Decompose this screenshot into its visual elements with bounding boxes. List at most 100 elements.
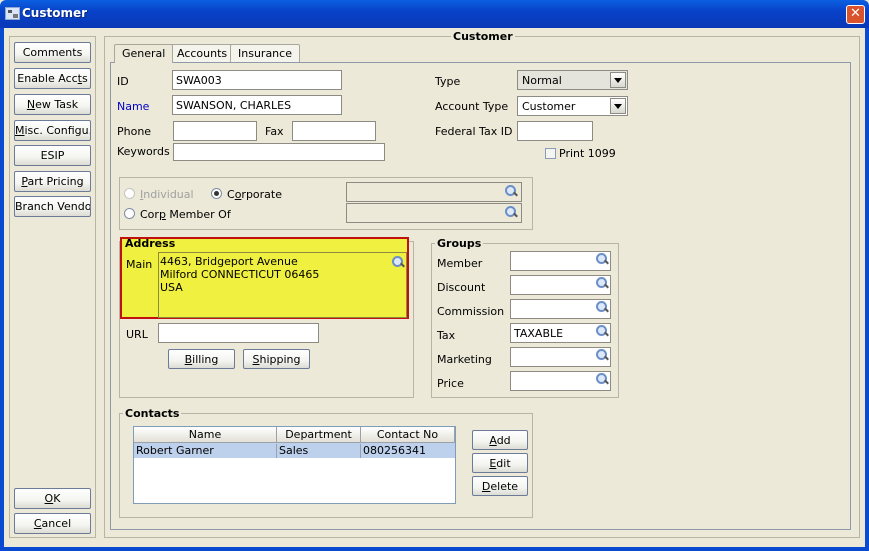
magnifier-icon[interactable]	[595, 252, 609, 266]
cell-contact-no: 080256341	[363, 444, 426, 457]
mnemonic: N	[26, 98, 36, 111]
esip-button[interactable]: ESIP	[14, 145, 91, 166]
enable-accts-button[interactable]: Enable Accts	[14, 68, 91, 89]
label-post: rporate	[241, 188, 283, 201]
esip-label: ESIP	[40, 149, 65, 162]
label-pre: Cor	[140, 208, 159, 221]
phone-field[interactable]	[173, 121, 257, 141]
column-header-name[interactable]: Name	[134, 427, 277, 443]
name-label: Name	[117, 100, 150, 113]
commission-label: Commission	[437, 305, 505, 318]
federal-tax-id-field[interactable]	[517, 121, 593, 141]
main-address-label: Main	[126, 258, 153, 271]
title-bar[interactable]	[0, 0, 869, 28]
cancel-button[interactable]: Cancel	[14, 513, 91, 534]
corp-member-of-radio[interactable]	[124, 208, 135, 219]
phone-label: Phone	[117, 125, 152, 138]
cell-department: Sales	[277, 444, 361, 458]
magnifier-icon[interactable]	[595, 348, 609, 362]
billing-button[interactable]: Billing	[168, 349, 235, 369]
keywords-field[interactable]	[173, 143, 385, 161]
entity-lookup-field-1	[346, 182, 522, 202]
groups-legend: Groups	[435, 237, 484, 250]
window-title: Customer	[22, 6, 88, 20]
entity-lookup-field-2	[346, 203, 522, 223]
label-post: dd	[496, 434, 511, 447]
add-contact-button[interactable]: Add	[472, 430, 528, 450]
magnifier-icon[interactable]	[504, 205, 518, 219]
contacts-table[interactable]: Name Department Contact No Robert Garner…	[133, 426, 456, 504]
id-field[interactable]: SWA003	[172, 70, 342, 90]
print-1099-label: Print 1099	[559, 147, 616, 160]
tab-insurance[interactable]: Insurance	[230, 44, 300, 62]
label-post: ew Task	[35, 98, 79, 111]
federal-tax-id-label: Federal Tax ID	[435, 125, 513, 138]
new-task-button[interactable]: New Task	[14, 94, 91, 115]
magnifier-icon[interactable]	[391, 255, 405, 269]
type-value: Normal	[522, 74, 562, 87]
tab-accounts[interactable]: Accounts	[169, 44, 236, 62]
name-field[interactable]: SWANSON, CHARLES	[172, 95, 342, 115]
magnifier-icon[interactable]	[595, 300, 609, 314]
magnifier-icon[interactable]	[595, 372, 609, 386]
print-1099-checkbox[interactable]	[545, 148, 556, 159]
price-label: Price	[437, 377, 464, 390]
label-post: dit	[496, 457, 511, 470]
contacts-legend: Contacts	[123, 407, 182, 420]
label-post: s	[82, 72, 88, 85]
table-row[interactable]: Robert Garner Sales 080256341	[134, 443, 455, 458]
edit-contact-button[interactable]: Edit	[472, 453, 528, 473]
address-line: Milford CONNECTICUT 06465	[160, 268, 320, 281]
url-label: URL	[126, 328, 148, 341]
marketing-label: Marketing	[437, 353, 492, 366]
fax-label: Fax	[265, 125, 284, 138]
magnifier-icon[interactable]	[504, 184, 518, 198]
magnifier-icon[interactable]	[595, 324, 609, 338]
corporate-label: Corporate	[227, 188, 282, 201]
discount-label: Discount	[437, 281, 486, 294]
part-pricing-button[interactable]: Part Pricing	[14, 171, 91, 192]
account-type-select[interactable]: Customer	[517, 96, 628, 116]
branch-vendor-button[interactable]: Branch Vendor	[14, 196, 91, 217]
individual-radio[interactable]	[124, 188, 135, 199]
ok-button[interactable]: OK	[14, 488, 91, 509]
dropdown-arrow-icon[interactable]	[610, 98, 626, 114]
individual-label: Individual	[140, 188, 194, 201]
mnemonic: O	[44, 492, 54, 505]
url-field[interactable]	[158, 323, 319, 343]
column-header-department[interactable]: Department	[277, 427, 361, 443]
label-post: hipping	[259, 353, 301, 366]
app-icon	[5, 7, 20, 20]
dropdown-arrow-icon[interactable]	[610, 72, 626, 88]
member-label: Member	[437, 257, 483, 270]
mnemonic: p	[158, 208, 166, 221]
column-header-contact-no[interactable]: Contact No	[361, 427, 455, 443]
label-post: Member Of	[165, 208, 231, 221]
shipping-button[interactable]: Shipping	[243, 349, 310, 369]
id-label: ID	[117, 75, 129, 88]
label-post: isc. Configu...	[24, 124, 91, 137]
fax-field[interactable]	[292, 121, 376, 141]
tab-general[interactable]: General	[114, 44, 174, 63]
account-type-label: Account Type	[435, 100, 509, 113]
keywords-label: Keywords	[117, 145, 170, 158]
type-select[interactable]: Normal	[517, 70, 628, 90]
panel-title: Customer	[451, 30, 515, 43]
label-post: K	[53, 492, 61, 505]
comments-button[interactable]: Comments	[14, 42, 91, 63]
label-post: elete	[490, 480, 519, 493]
label-post: ancel	[41, 517, 72, 530]
label-post: art Pricing	[27, 175, 84, 188]
delete-contact-button[interactable]: Delete	[472, 476, 528, 496]
label-post: illing	[192, 353, 219, 366]
label-pre: Enable Acc	[17, 72, 78, 85]
misc-configuration-button[interactable]: Misc. Configu...	[14, 120, 91, 141]
branch-vendor-label: Branch Vendor	[15, 200, 91, 213]
mnemonic: C	[33, 517, 42, 530]
magnifier-icon[interactable]	[595, 276, 609, 290]
main-address-field[interactable]: 4463, Bridgeport Avenue Milford CONNECTI…	[158, 252, 407, 318]
mnemonic: M	[15, 124, 25, 137]
account-type-value: Customer	[522, 100, 576, 113]
corporate-radio[interactable]	[211, 188, 222, 199]
close-icon[interactable]: ✕	[846, 5, 865, 24]
